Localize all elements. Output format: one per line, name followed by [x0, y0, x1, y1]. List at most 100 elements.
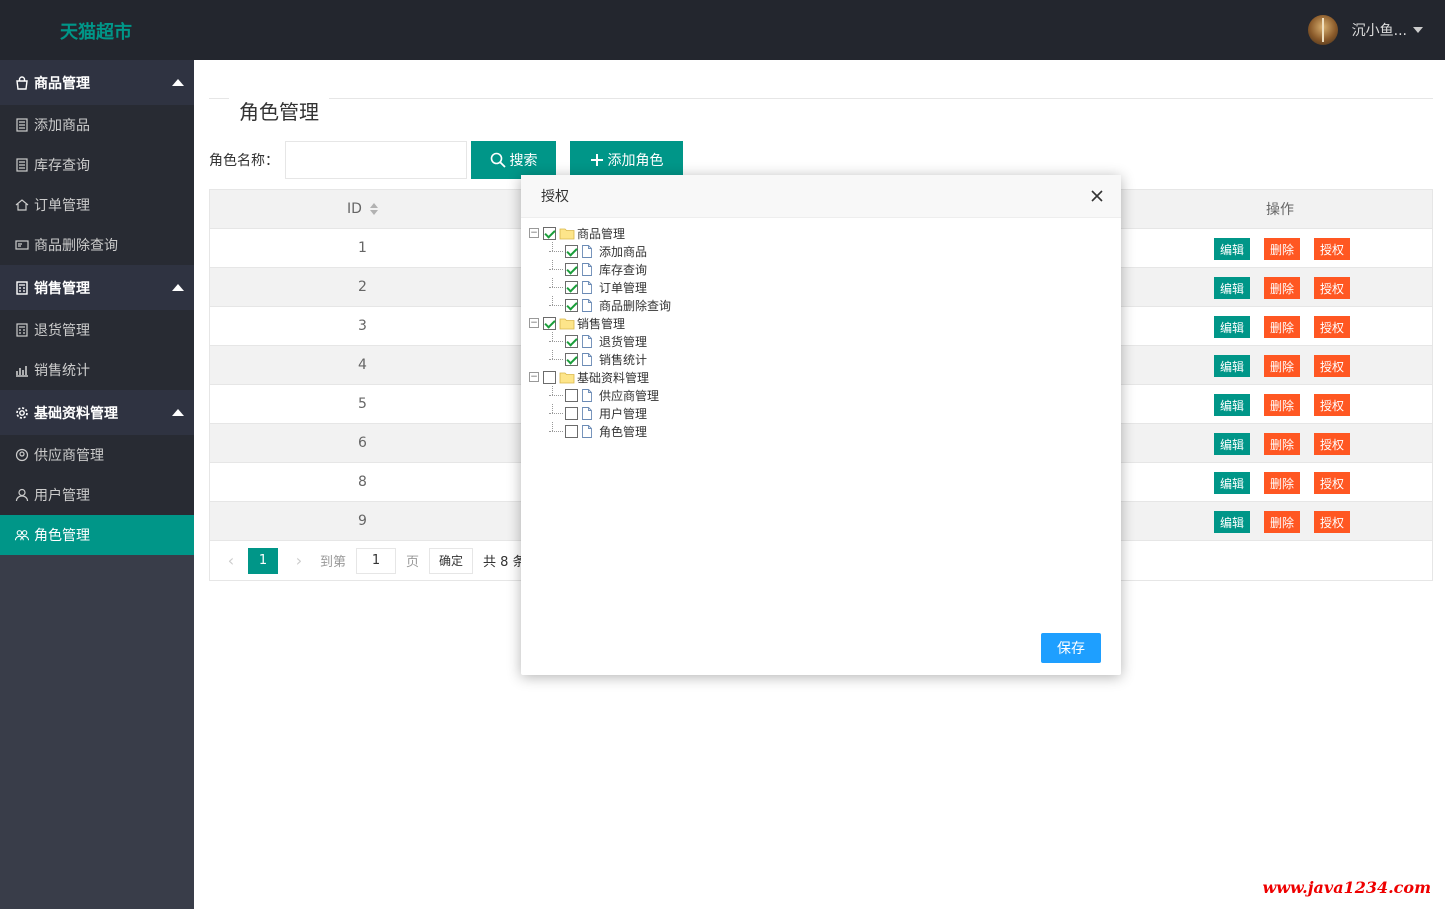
chevron-down-icon[interactable] — [1413, 27, 1423, 33]
authorize-button[interactable]: 授权 — [1314, 511, 1351, 533]
chevron-up-icon[interactable] — [172, 79, 184, 86]
chevron-up-icon[interactable] — [172, 284, 184, 291]
next-page-icon[interactable]: › — [292, 551, 306, 570]
sidebar-item-add-goods[interactable]: 添加商品 — [0, 105, 194, 145]
delete-button[interactable]: 删除 — [1264, 277, 1301, 299]
tree-connector — [549, 286, 563, 288]
column-header-id[interactable]: ID — [210, 201, 515, 217]
tree-node-leaf[interactable]: 商品删除查询 — [529, 296, 671, 314]
folder-icon — [559, 371, 575, 384]
row-id: 5 — [358, 396, 367, 412]
permission-tree: − 商品管理 添加商品 库存查询 订单管理 商品删除查询 − 销售管理 退货管理 销售统计 − 基础资… — [529, 224, 671, 440]
role-name-input[interactable] — [285, 141, 467, 179]
username[interactable]: 沉小鱼... — [1352, 20, 1407, 40]
tree-node-leaf[interactable]: 退货管理 — [529, 332, 671, 350]
sidebar-item-label: 订单管理 — [34, 198, 90, 214]
tree-checkbox[interactable] — [565, 352, 578, 366]
edit-button[interactable]: 编辑 — [1214, 433, 1251, 455]
edit-button[interactable]: 编辑 — [1214, 394, 1251, 416]
tree-checkbox[interactable] — [543, 316, 556, 330]
delete-button[interactable]: 删除 — [1264, 433, 1301, 455]
tree-node-label: 商品管理 — [577, 226, 626, 241]
tree-checkbox[interactable] — [565, 388, 578, 402]
delete-button[interactable]: 删除 — [1264, 316, 1301, 338]
tree-node-leaf[interactable]: 角色管理 — [529, 422, 671, 440]
collapse-toggle-icon[interactable]: − — [529, 372, 539, 382]
delete-button[interactable]: 删除 — [1264, 355, 1301, 377]
search-button[interactable]: 搜索 — [471, 141, 556, 179]
current-page[interactable]: 1 — [248, 547, 278, 574]
sidebar-group-basics[interactable]: 基础资料管理 — [0, 390, 194, 435]
delete-button[interactable]: 删除 — [1264, 238, 1301, 260]
authorize-button[interactable]: 授权 — [1314, 433, 1351, 455]
tree-checkbox[interactable] — [543, 226, 556, 240]
authorize-button[interactable]: 授权 — [1314, 394, 1351, 416]
tree-node-leaf[interactable]: 库存查询 — [529, 260, 671, 278]
sidebar-item-suppliers[interactable]: 供应商管理 — [0, 435, 194, 475]
edit-button[interactable]: 编辑 — [1214, 316, 1251, 338]
delete-button[interactable]: 删除 — [1264, 472, 1301, 494]
tree-connector — [549, 250, 563, 252]
authorize-button[interactable]: 授权 — [1314, 472, 1351, 494]
authorize-button[interactable]: 授权 — [1314, 355, 1351, 377]
tree-checkbox[interactable] — [565, 262, 578, 276]
sidebar-item-roles[interactable]: 角色管理 — [0, 515, 194, 555]
chevron-up-icon[interactable] — [172, 409, 184, 416]
edit-button[interactable]: 编辑 — [1214, 355, 1251, 377]
sidebar-item-stock[interactable]: 库存查询 — [0, 145, 194, 185]
sidebar-item-label: 退货管理 — [34, 323, 90, 339]
sidebar-item-orders[interactable]: 订单管理 — [0, 185, 194, 225]
tree-node-group[interactable]: − 销售管理 — [529, 314, 671, 332]
calculator-icon — [15, 323, 29, 337]
avatar[interactable] — [1307, 15, 1338, 45]
tree-node-group[interactable]: − 商品管理 — [529, 224, 671, 242]
sidebar-item-returns[interactable]: 退货管理 — [0, 310, 194, 350]
tree-checkbox[interactable] — [543, 370, 556, 384]
tree-checkbox[interactable] — [565, 298, 578, 312]
sidebar-group-goods[interactable]: 商品管理 — [0, 60, 194, 105]
sidebar-group-label: 销售管理 — [34, 280, 90, 297]
delete-button[interactable]: 删除 — [1264, 394, 1301, 416]
page-confirm-button[interactable]: 确定 — [429, 547, 474, 574]
tree-checkbox[interactable] — [565, 406, 578, 420]
sort-icon[interactable] — [369, 203, 378, 215]
app-logo[interactable]: 天猫超市 — [60, 18, 132, 44]
edit-button[interactable]: 编辑 — [1214, 238, 1251, 260]
tree-node-group[interactable]: − 基础资料管理 — [529, 368, 671, 386]
sidebar-item-users[interactable]: 用户管理 — [0, 475, 194, 515]
sidebar-item-deleted-goods[interactable]: 商品删除查询 — [0, 225, 194, 265]
save-button[interactable]: 保存 — [1041, 633, 1101, 663]
tree-node-leaf[interactable]: 添加商品 — [529, 242, 671, 260]
collapse-toggle-icon[interactable]: − — [529, 228, 539, 238]
tree-node-leaf[interactable]: 销售统计 — [529, 350, 671, 368]
tree-node-leaf[interactable]: 供应商管理 — [529, 386, 671, 404]
watermark: www.java1234.com — [1262, 878, 1431, 897]
edit-button[interactable]: 编辑 — [1214, 511, 1251, 533]
page-number-input[interactable]: 1 — [356, 547, 397, 574]
gear-icon — [15, 406, 29, 420]
sidebar-item-sales-stats[interactable]: 销售统计 — [0, 350, 194, 390]
tree-connector — [549, 394, 563, 396]
sidebar-group-sales[interactable]: 销售管理 — [0, 265, 194, 310]
tree-checkbox[interactable] — [565, 334, 578, 348]
tree-node-leaf[interactable]: 用户管理 — [529, 404, 671, 422]
tree-node-label: 供应商管理 — [599, 388, 660, 403]
authorize-button[interactable]: 授权 — [1314, 316, 1351, 338]
users-icon — [15, 528, 29, 542]
tree-checkbox[interactable] — [565, 280, 578, 294]
user-menu[interactable]: 沉小鱼... — [1307, 0, 1445, 60]
sidebar-group-label: 基础资料管理 — [34, 405, 118, 422]
close-icon[interactable] — [1089, 188, 1105, 204]
tree-node-leaf[interactable]: 订单管理 — [529, 278, 671, 296]
edit-button[interactable]: 编辑 — [1214, 277, 1251, 299]
tree-checkbox[interactable] — [565, 244, 578, 258]
authorize-button[interactable]: 授权 — [1314, 277, 1351, 299]
edit-button[interactable]: 编辑 — [1214, 472, 1251, 494]
authorize-button[interactable]: 授权 — [1314, 238, 1351, 260]
row-id: 6 — [358, 435, 367, 451]
prev-page-icon[interactable]: ‹ — [224, 551, 238, 570]
tree-checkbox[interactable] — [565, 424, 578, 438]
add-role-button[interactable]: 添加角色 — [570, 141, 683, 179]
delete-button[interactable]: 删除 — [1264, 511, 1301, 533]
collapse-toggle-icon[interactable]: − — [529, 318, 539, 328]
